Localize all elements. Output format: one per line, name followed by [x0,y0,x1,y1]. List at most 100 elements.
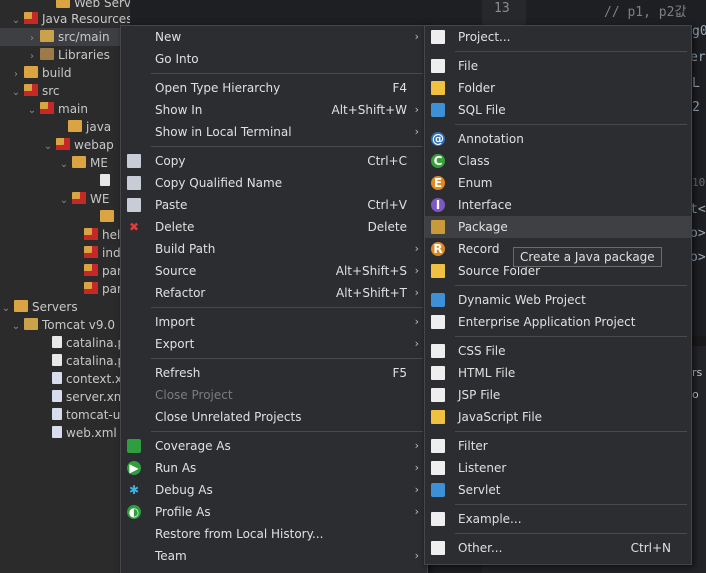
submenu-arrow-icon: › [414,483,419,496]
package-tooltip: Create a Java package [513,247,662,267]
menu-item-label: Dynamic Web Project [458,293,586,307]
menu-item-go-into[interactable]: Go Into [121,48,427,70]
menu-item-interface[interactable]: I Interface [425,194,691,216]
menu-item-annotation[interactable]: @ Annotation [425,128,691,150]
menu-item-label: CSS File [458,344,506,358]
console-tab[interactable]: rs [692,366,702,379]
tree-item[interactable]: catalina.p [0,334,130,352]
tree-item[interactable]: par [0,280,130,298]
tree-item[interactable]: java [0,118,130,136]
menu-item-html-file[interactable]: HTML File [425,362,691,384]
menu-item-run-as[interactable]: ▶ Run As › [121,457,427,479]
menu-item-jsp-file[interactable]: JSP File [425,384,691,406]
menu-separator [455,285,687,286]
menu-item-copy[interactable]: Copy Ctrl+C [121,150,427,172]
menu-item-css-file[interactable]: CSS File [425,340,691,362]
tree-item-label: WE [90,192,110,206]
menu-item-label: Go Into [155,52,199,66]
tree-item[interactable]: context.x [0,370,130,388]
tree-item[interactable]: web.xml [0,424,130,442]
tree-item[interactable]: ⌄ main [0,100,130,118]
menu-item-dynamic-web-project[interactable]: Dynamic Web Project [425,289,691,311]
menu-item-package[interactable]: Package [425,216,691,238]
tree-item[interactable]: › src/main [0,28,130,46]
menu-item-coverage-as[interactable]: Coverage As › [121,435,427,457]
menu-item-delete[interactable]: ✖ Delete Delete [121,216,427,238]
console-tab[interactable]: o [692,388,699,401]
menu-item-filter[interactable]: Filter [425,435,691,457]
tree-item[interactable]: ⌄ src [0,82,130,100]
menu-item-new[interactable]: New › [121,26,427,48]
menu-item-show-in[interactable]: Show In Alt+Shift+W › [121,99,427,121]
tree-item-label: Libraries [58,48,110,62]
menu-item-project[interactable]: Project... [425,26,691,48]
menu-item-servlet[interactable]: Servlet [425,479,691,501]
menu-item-copy-qualified-name[interactable]: Copy Qualified Name [121,172,427,194]
menu-item-export[interactable]: Export › [121,333,427,355]
menu-item-enum[interactable]: E Enum [425,172,691,194]
annotation-icon: @ [431,132,445,146]
tree-item[interactable]: ⌄ ME [0,154,130,172]
menu-item-label: HTML File [458,366,516,380]
tree-item[interactable]: hel [0,226,130,244]
code-fragment: o> [690,250,706,265]
menu-item-profile-as[interactable]: ◐ Profile As › [121,501,427,523]
menu-item-label: Import [155,315,195,329]
code-fragment: o> [690,226,706,241]
menu-item-example[interactable]: Example... [425,508,691,530]
menu-item-show-in-local-terminal[interactable]: Show in Local Terminal › [121,121,427,143]
menu-item-folder[interactable]: Folder [425,77,691,99]
menu-item-label: Record [458,242,500,256]
menu-item-sql-file[interactable]: SQL File [425,99,691,121]
lib-icon [40,48,54,60]
menu-item-refactor[interactable]: Refactor Alt+Shift+T › [121,282,427,304]
menu-item-label: Annotation [458,132,524,146]
menu-item-listener[interactable]: Listener [425,457,691,479]
tree-item[interactable]: par [0,262,130,280]
menu-item-close-unrelated-projects[interactable]: Close Unrelated Projects [121,406,427,428]
menu-item-javascript-file[interactable]: JavaScript File [425,406,691,428]
menu-item-label: Paste [155,198,188,212]
xml-icon [52,390,62,402]
tree-item[interactable] [0,172,130,190]
tree-item[interactable]: ⌄ Servers [0,298,130,316]
tree-item[interactable]: ⌄ Tomcat v9.0 [0,316,130,334]
menu-item-import[interactable]: Import › [121,311,427,333]
tree-item[interactable]: server.xm [0,388,130,406]
err-icon [24,12,38,24]
tree-item[interactable]: ⌄ WE [0,190,130,208]
project-icon [431,30,445,44]
tree-item[interactable]: tomcat-u [0,406,130,424]
tree-item[interactable]: › build [0,64,130,82]
tree-item-label: src [42,84,60,98]
menu-separator [455,431,687,432]
menu-item-file[interactable]: File [425,55,691,77]
menu-separator [151,358,423,359]
tree-item-label: webap [74,138,114,152]
menu-item-label: Coverage As [155,439,231,453]
coverage-icon [127,439,141,453]
menu-item-shortcut: Ctrl+C [367,154,407,168]
tree-item-label: Tomcat v9.0 [42,318,115,332]
menu-item-build-path[interactable]: Build Path › [121,238,427,260]
menu-item-refresh[interactable]: Refresh F5 [121,362,427,384]
tree-item[interactable] [0,208,130,226]
tree-item[interactable]: catalina.p [0,352,130,370]
profile-icon: ◐ [127,505,141,519]
tree-item[interactable]: › Libraries [0,46,130,64]
menu-item-class[interactable]: C Class [425,150,691,172]
menu-item-enterprise-application-project[interactable]: Enterprise Application Project [425,311,691,333]
menu-item-source[interactable]: Source Alt+Shift+S › [121,260,427,282]
menu-item-team[interactable]: Team › [121,545,427,567]
menu-item-open-type-hierarchy[interactable]: Open Type Hierarchy F4 [121,77,427,99]
menu-item-label: Source [155,264,197,278]
menu-item-other[interactable]: Other... Ctrl+N [425,537,691,559]
folder-icon [24,66,38,78]
tree-item[interactable]: ind [0,244,130,262]
menu-item-debug-as[interactable]: ✱ Debug As › [121,479,427,501]
menu-item-restore-from-local-history[interactable]: Restore from Local History... [121,523,427,545]
tree-item[interactable]: ⌄ webap [0,136,130,154]
tree-item[interactable]: ⌄ Java Resources [0,10,130,28]
menu-item-paste[interactable]: Paste Ctrl+V [121,194,427,216]
copy-icon [127,154,141,168]
